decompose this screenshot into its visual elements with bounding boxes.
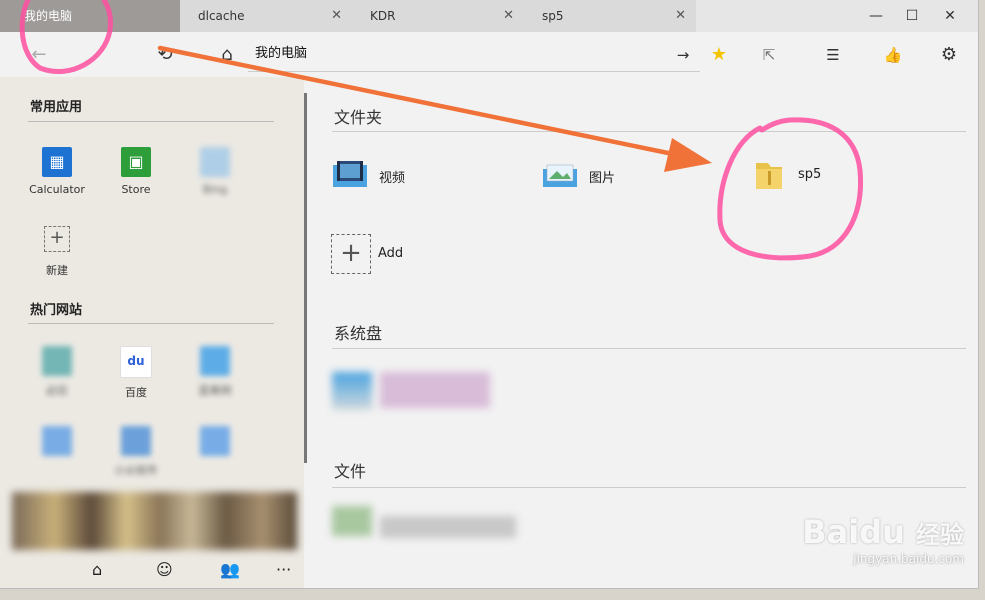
title-bar: 我的电脑 dlcache ✕ KDR ✕ sp5 ✕ — ☐ ✕ xyxy=(0,0,978,32)
home-button[interactable]: ⌂ xyxy=(212,40,242,70)
watermark-url: jingyan.baidu.com xyxy=(853,552,964,566)
toolbar: ← ⟲ ⌂ 我的电脑 → ★ ⇱ ☰ 👍 ⚙ xyxy=(0,32,978,77)
new-app-button[interactable]: + 新建 xyxy=(22,226,92,278)
people-icon[interactable]: 👥 xyxy=(220,560,240,579)
site-icon xyxy=(121,426,151,456)
new-label: 新建 xyxy=(46,264,68,277)
tab-label: dlcache xyxy=(198,9,245,23)
site-label: 必应 xyxy=(46,384,68,397)
watermark-text: 经验 xyxy=(916,521,964,549)
folders-title: 文件夹 xyxy=(334,108,383,127)
section-divider xyxy=(28,121,274,122)
baidu-watermark: Baidu 经验 jingyan.baidu.com xyxy=(802,515,964,566)
tab-kdr[interactable]: KDR ✕ xyxy=(352,0,524,32)
file-manager-window: 我的电脑 dlcache ✕ KDR ✕ sp5 ✕ — ☐ ✕ ← ⟲ ⌂ 我… xyxy=(0,0,979,589)
tab-dlcache[interactable]: dlcache ✕ xyxy=(180,0,352,32)
app-label: Calculator xyxy=(29,183,85,196)
app-label: Bing xyxy=(202,183,228,196)
plus-icon: + xyxy=(44,226,70,252)
drive-icon[interactable] xyxy=(332,372,372,410)
tab-label: 我的电脑 xyxy=(24,9,73,23)
bottom-nav: ⌂ ☺ 👥 ··· xyxy=(80,560,300,582)
home-icon[interactable]: ⌂ xyxy=(92,560,102,579)
files-title: 文件 xyxy=(334,462,367,481)
section-divider xyxy=(28,323,274,324)
site-lanzou[interactable]: 蓝奏网 xyxy=(180,346,250,398)
site-icon xyxy=(42,426,72,456)
watermark-text: Bai xyxy=(802,513,860,551)
common-apps-title: 常用应用 xyxy=(30,100,83,115)
close-window-button[interactable]: ✕ xyxy=(932,0,968,32)
address-bar[interactable]: 我的电脑 xyxy=(255,42,307,66)
folder-sp5[interactable]: sp5 xyxy=(750,155,900,195)
minimize-button[interactable]: — xyxy=(858,0,894,32)
folder-video[interactable]: 视频 xyxy=(331,155,481,195)
tab-label: KDR xyxy=(370,9,396,23)
tab-label: sp5 xyxy=(542,9,564,23)
app-bing[interactable]: Bing xyxy=(180,147,250,196)
star-icon[interactable]: ★ xyxy=(704,40,734,70)
bing-icon xyxy=(200,147,230,177)
site-icon xyxy=(200,426,230,456)
app-label: Store xyxy=(121,183,151,196)
list-icon[interactable]: ☰ xyxy=(818,40,848,70)
folder-label: 图片 xyxy=(589,171,616,186)
site-label: 小众软件 xyxy=(114,464,158,477)
section-divider xyxy=(332,131,966,132)
folder-icon xyxy=(756,163,782,189)
close-icon[interactable]: ✕ xyxy=(675,0,686,32)
site-item[interactable] xyxy=(180,426,250,456)
more-icon[interactable]: ··· xyxy=(276,560,291,579)
panel-divider[interactable] xyxy=(304,93,307,463)
site-baidu[interactable]: du 百度 xyxy=(101,346,171,400)
file-label[interactable] xyxy=(380,516,516,538)
recent-photos-strip[interactable] xyxy=(12,492,297,550)
close-icon[interactable]: ✕ xyxy=(331,0,342,32)
address-underline xyxy=(248,71,700,72)
site-label: 蓝奏网 xyxy=(198,384,232,397)
tab-my-computer[interactable]: 我的电脑 xyxy=(0,0,180,32)
calculator-icon: ▦ xyxy=(42,147,72,177)
share-icon[interactable]: ⇱ xyxy=(754,40,784,70)
tab-sp5[interactable]: sp5 ✕ xyxy=(524,0,696,32)
maximize-button[interactable]: ☐ xyxy=(894,0,930,32)
pictures-folder-icon xyxy=(543,164,577,187)
section-divider xyxy=(332,348,966,349)
watermark-text: du xyxy=(859,513,905,551)
bing-icon xyxy=(42,346,72,376)
add-folder-button[interactable]: + xyxy=(331,234,371,274)
app-store[interactable]: ▣ Store xyxy=(101,147,171,196)
add-label[interactable]: Add xyxy=(378,246,403,261)
baidu-icon: du xyxy=(120,346,152,378)
store-icon: ▣ xyxy=(121,147,151,177)
folder-label: sp5 xyxy=(798,167,822,182)
site-xiaozhong[interactable]: 小众软件 xyxy=(101,426,171,478)
settings-icon[interactable]: ⚙ xyxy=(934,40,964,70)
section-divider xyxy=(332,487,966,488)
folder-label: 视频 xyxy=(379,171,406,186)
like-icon[interactable]: 👍 xyxy=(878,40,908,70)
site-icon xyxy=(200,346,230,376)
site-bing[interactable]: 必应 xyxy=(22,346,92,398)
file-icon[interactable] xyxy=(332,506,372,536)
video-folder-icon xyxy=(333,161,367,187)
drive-label[interactable] xyxy=(380,372,490,408)
history-button[interactable]: ⟲ xyxy=(150,40,180,70)
hot-sites-title: 热门网站 xyxy=(30,303,83,318)
go-button[interactable]: → xyxy=(668,40,698,70)
close-icon[interactable]: ✕ xyxy=(503,0,514,32)
system-disk-title: 系统盘 xyxy=(334,324,383,343)
app-calculator[interactable]: ▦ Calculator xyxy=(22,147,92,196)
back-button[interactable]: ← xyxy=(24,40,54,70)
robot-icon[interactable]: ☺ xyxy=(156,560,173,579)
site-item[interactable] xyxy=(22,426,92,456)
site-label: 百度 xyxy=(125,386,147,399)
folder-pictures[interactable]: 图片 xyxy=(541,155,691,195)
